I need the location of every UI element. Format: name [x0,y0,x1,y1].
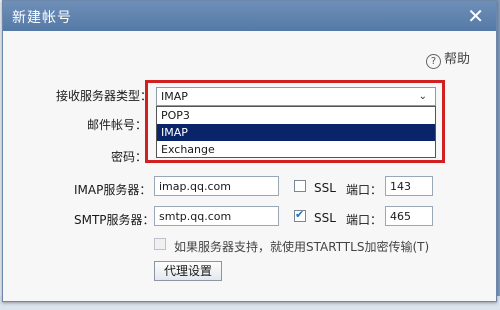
starttls-label: 如果服务器支持，就使用STARTTLS加密传输(T) [174,240,430,254]
imap-server-input[interactable]: imap.qq.com [154,176,279,196]
server-type-label: 接收服务器类型： [56,89,153,103]
option-imap[interactable]: IMAP [157,124,435,141]
question-circle-icon: ? [426,54,441,69]
starttls-checkbox[interactable] [154,238,166,250]
help-label: 帮助 [444,52,471,67]
close-icon[interactable]: ✕ [467,4,484,28]
chevron-down-icon[interactable]: ⌄ [419,88,427,105]
account-label: 邮件帐号： [87,118,148,132]
smtp-port-label: 端口： [346,213,383,227]
imap-port-input[interactable]: 143 [385,176,433,196]
smtp-ssl-checkbox[interactable] [294,208,306,222]
imap-server-label: IMAP服务器： [74,183,152,197]
server-type-select[interactable]: IMAP ⌄ [156,87,436,106]
dialog-title: 新建帐号 [12,10,72,26]
imap-ssl-label: SSL [314,181,336,195]
option-pop3[interactable]: POP3 [157,107,435,124]
smtp-port-input[interactable]: 465 [385,206,433,226]
help-link[interactable]: ? 帮助 [426,48,470,69]
option-exchange[interactable]: Exchange [157,141,435,158]
proxy-settings-button[interactable]: 代理设置 [154,261,222,281]
new-account-dialog: 新建帐号 ✕ ? 帮助 接收服务器类型： IMAP ⌄ POP3 IMAP Exc… [2,0,497,302]
server-type-dropdown-list: POP3 IMAP Exchange [156,106,436,158]
server-type-highlight: IMAP ⌄ POP3 IMAP Exchange [145,80,445,163]
dialog-titlebar: 新建帐号 ✕ [3,1,496,31]
imap-ssl-checkbox[interactable] [294,180,306,192]
smtp-server-label: SMTP服务器： [74,213,155,227]
smtp-server-input[interactable]: smtp.qq.com [154,206,279,226]
password-label: 密码： [111,150,148,164]
smtp-ssl-label: SSL [314,211,336,225]
server-type-value: IMAP [161,90,188,103]
imap-port-label: 端口： [346,183,383,197]
